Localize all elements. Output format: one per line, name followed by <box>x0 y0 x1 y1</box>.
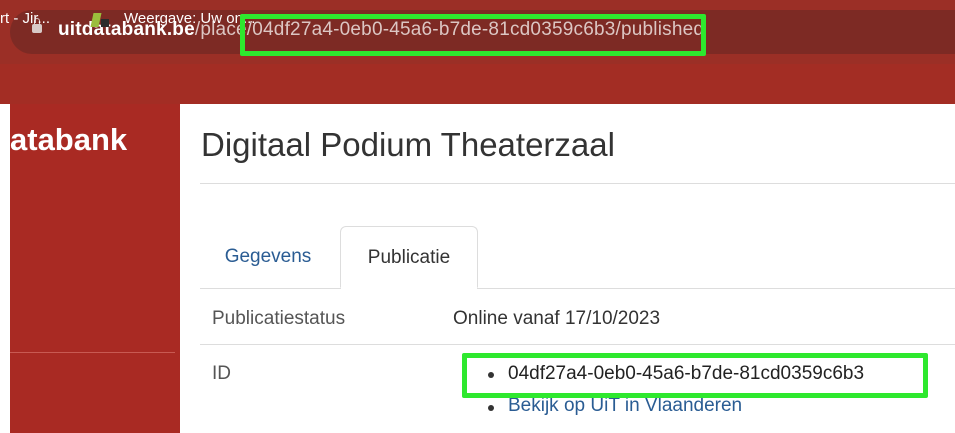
id-highlight-box <box>462 353 928 398</box>
brand-logo-text[interactable]: atabank <box>10 122 127 158</box>
bookmark-item-jira[interactable]: rt - Jir... <box>0 10 50 27</box>
publication-status-label: Publicatiestatus <box>212 308 346 329</box>
view-on-uit-link[interactable]: Bekijk op UiT in Vlaanderen <box>508 395 742 417</box>
tabs-divider <box>200 288 955 289</box>
tab-publicatie[interactable]: Publicatie <box>340 226 478 288</box>
page-title: Digitaal Podium Theaterzaal <box>201 126 615 163</box>
sidebar-divider <box>10 352 175 353</box>
bookmark-item-weergave[interactable]: Weergave: Uw on... <box>124 10 255 27</box>
title-divider <box>200 183 955 184</box>
bullet-icon <box>488 405 494 411</box>
bookmark-favicon-icon <box>90 13 110 28</box>
id-label: ID <box>212 363 231 384</box>
row-divider <box>200 344 955 345</box>
url-id-highlight-box <box>240 14 706 56</box>
publication-status-value: Online vanaf 17/10/2023 <box>453 308 661 329</box>
tab-gegevens[interactable]: Gegevens <box>208 226 328 288</box>
bookmarks-bar <box>0 64 955 104</box>
active-tab-gap <box>341 287 477 290</box>
